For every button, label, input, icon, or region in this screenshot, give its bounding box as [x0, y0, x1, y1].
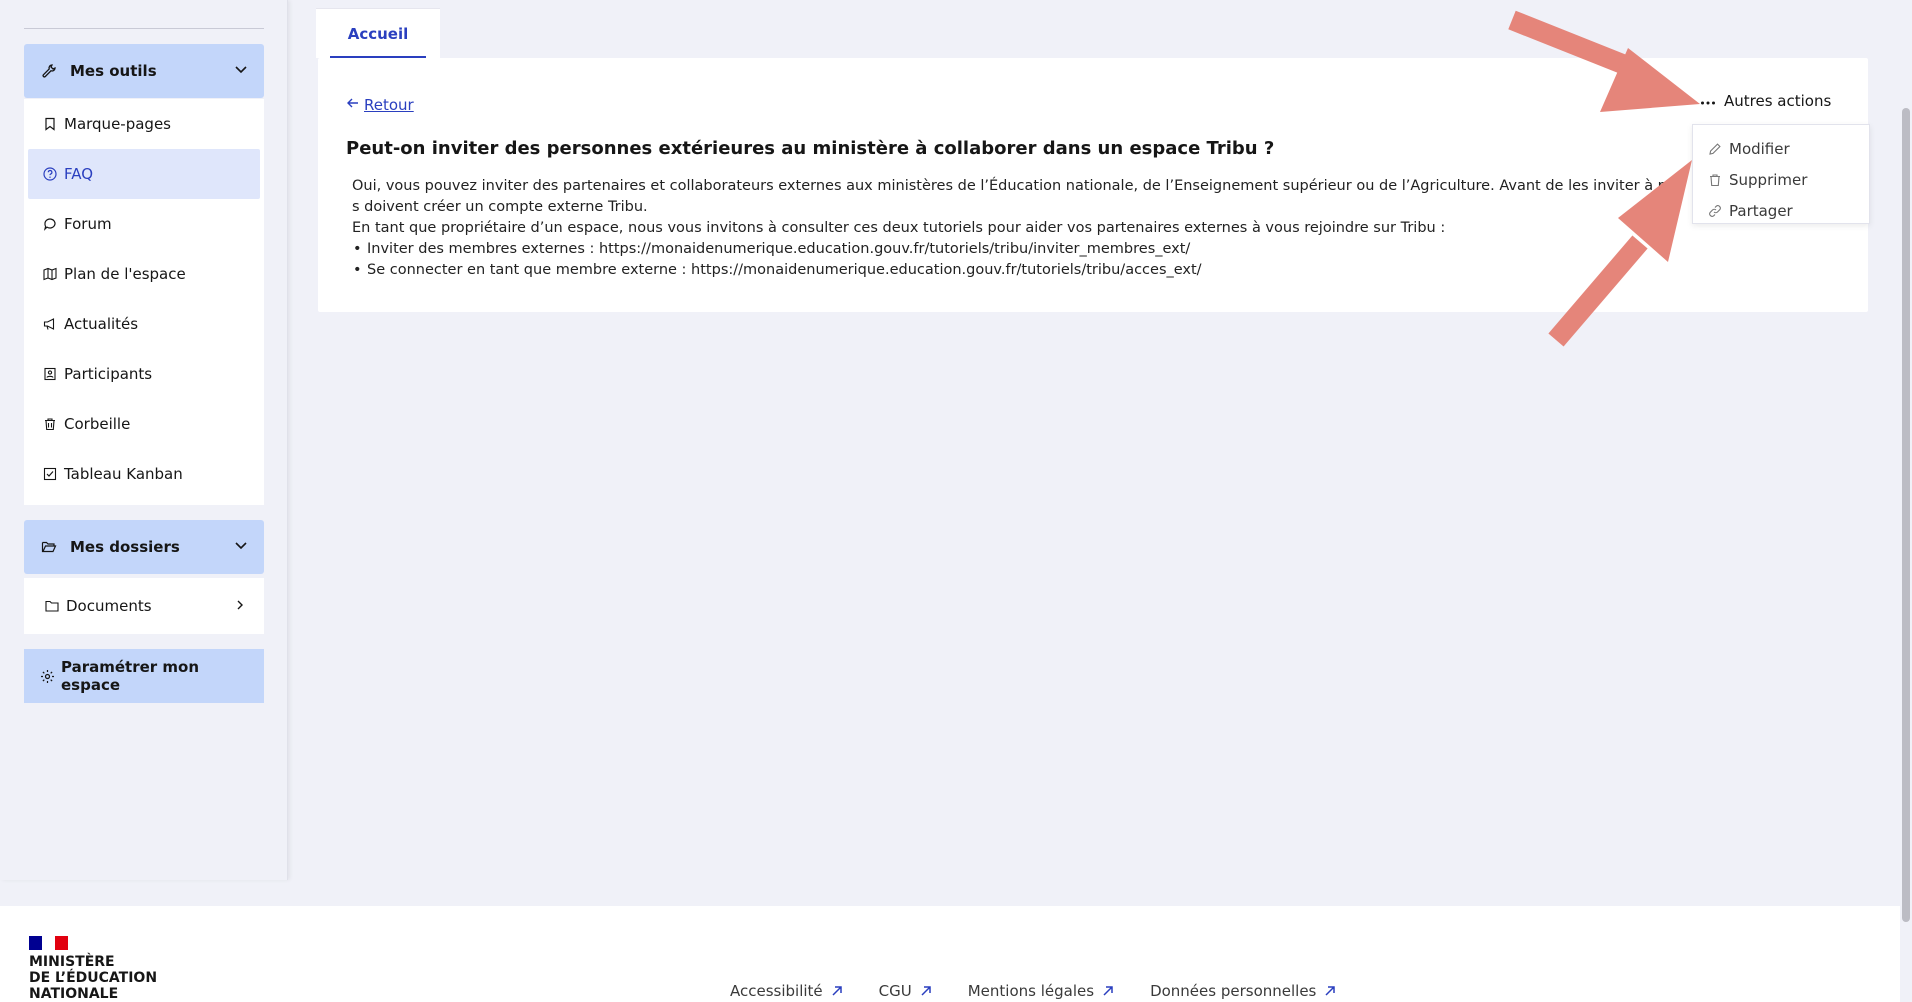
- folders-section-header[interactable]: Mes dossiers: [24, 520, 264, 574]
- menu-item-label: Modifier: [1729, 139, 1790, 158]
- footer-link-label: Mentions légales: [967, 982, 1095, 1000]
- list-item: Se connecter en tant que membre externe …: [352, 260, 1682, 281]
- sidebar-item-label: Actualités: [64, 315, 139, 333]
- sidebar-item-bookmarks[interactable]: Marque-pages: [24, 99, 264, 149]
- footer: MINISTÈRE DE L’ÉDUCATION NATIONALE Acces…: [0, 906, 1900, 1002]
- sidebar-item-participants[interactable]: Participants: [24, 349, 264, 399]
- footer-link-accessibilite[interactable]: Accessibilité: [730, 982, 843, 1000]
- vertical-scrollbar[interactable]: [1902, 108, 1910, 922]
- footer-link-cgu[interactable]: CGU: [879, 982, 932, 1000]
- sidebar-item-label: Participants: [64, 365, 153, 383]
- faq-answer: Oui, vous pouvez inviter des partenaires…: [352, 176, 1682, 281]
- tab-accueil[interactable]: Accueil: [316, 8, 440, 58]
- external-link-icon: [921, 986, 931, 996]
- answer-paragraph-2: En tant que propriétaire d’un espace, no…: [352, 220, 1446, 236]
- menu-item-modifier[interactable]: Modifier: [1693, 133, 1869, 164]
- sidebar: Mes outils Marque-pages FAQ Forum Plan d…: [0, 0, 288, 880]
- chat-bubble-icon: [42, 216, 58, 232]
- map-icon: [42, 266, 58, 282]
- menu-item-partager[interactable]: Partager: [1693, 195, 1869, 226]
- sidebar-item-label: Tableau Kanban: [64, 465, 183, 483]
- sidebar-item-kanban[interactable]: Tableau Kanban: [24, 449, 264, 499]
- ministry-line: NATIONALE: [29, 986, 119, 1002]
- back-link-label: Retour: [364, 96, 414, 114]
- menu-item-supprimer[interactable]: Supprimer: [1693, 164, 1869, 195]
- footer-link-mentions-legales[interactable]: Mentions légales: [968, 982, 1114, 1000]
- back-link[interactable]: Retour: [346, 96, 414, 114]
- tutorial-list: Inviter des membres externes : https://m…: [352, 239, 1682, 281]
- external-link-icon: [832, 986, 842, 996]
- list-item: Inviter des membres externes : https://m…: [352, 239, 1682, 260]
- arrow-left-icon: [346, 96, 360, 114]
- bookmark-icon: [42, 116, 58, 132]
- footer-links: Accessibilité CGU Mentions légales Donné…: [730, 982, 1372, 1000]
- footer-link-donnees-personnelles[interactable]: Données personnelles: [1150, 982, 1336, 1000]
- tools-section-label: Mes outils: [70, 62, 157, 80]
- sidebar-item-space-map[interactable]: Plan de l'espace: [24, 249, 264, 299]
- more-actions-label: Autres actions: [1724, 92, 1832, 110]
- contact-card-icon: [42, 366, 58, 382]
- footer-link-label: Données personnelles: [1150, 982, 1317, 1000]
- ministry-line: DE L’ÉDUCATION: [29, 970, 158, 986]
- trash-icon: [42, 416, 58, 432]
- page-title: Peut-on inviter des personnes extérieure…: [346, 138, 1275, 159]
- chevron-down-icon: [234, 62, 248, 80]
- sidebar-item-forum[interactable]: Forum: [24, 199, 264, 249]
- megaphone-icon: [42, 316, 58, 332]
- menu-item-label: Supprimer: [1729, 170, 1808, 189]
- sidebar-item-news[interactable]: Actualités: [24, 299, 264, 349]
- sidebar-item-trash[interactable]: Corbeille: [24, 399, 264, 449]
- menu-item-label: Partager: [1729, 201, 1793, 220]
- actions-dropdown-menu: Modifier Supprimer Partager: [1692, 124, 1870, 224]
- ministry-logo-text: MINISTÈRE DE L’ÉDUCATION NATIONALE: [29, 954, 157, 1002]
- sidebar-item-label: FAQ: [64, 165, 94, 183]
- external-link-icon: [1103, 986, 1113, 996]
- sidebar-item-label: Documents: [66, 597, 152, 615]
- footer-link-label: Accessibilité: [730, 982, 823, 1000]
- tab-label: Accueil: [347, 24, 409, 43]
- footer-link-label: CGU: [878, 982, 912, 1000]
- link-icon: [1707, 203, 1723, 219]
- tools-list: Marque-pages FAQ Forum Plan de l'espace …: [24, 99, 264, 505]
- folders-section-label: Mes dossiers: [70, 538, 180, 556]
- ministry-line: MINISTÈRE: [29, 954, 115, 970]
- answer-paragraph-line-1: Oui, vous pouvez inviter des partenaires…: [352, 178, 1682, 194]
- french-flag-logo: [29, 936, 68, 950]
- sidebar-item-label: Plan de l'espace: [64, 265, 186, 283]
- tools-section-header[interactable]: Mes outils: [24, 44, 264, 98]
- settings-space-label: Paramétrer mon espace: [61, 658, 200, 694]
- wrench-icon: [40, 62, 58, 80]
- sidebar-item-label: Marque-pages: [64, 115, 171, 133]
- chevron-down-icon: [234, 538, 248, 556]
- faq-detail-card: Retour Peut-on inviter des personnes ext…: [318, 58, 1868, 312]
- settings-space-button[interactable]: Paramétrer mon espace: [24, 649, 264, 703]
- open-folder-icon: [40, 538, 58, 556]
- more-actions-button[interactable]: Autres actions: [1700, 92, 1831, 110]
- checkbox-icon: [42, 466, 58, 482]
- sidebar-item-faq[interactable]: FAQ: [28, 149, 260, 199]
- folders-list: Documents: [24, 578, 264, 634]
- folder-icon: [44, 598, 60, 614]
- sidebar-item-label: Corbeille: [64, 415, 131, 433]
- external-link-icon: [1325, 986, 1336, 996]
- gear-icon: [40, 669, 55, 684]
- trash-icon: [1707, 172, 1723, 188]
- sidebar-divider: [24, 28, 264, 29]
- more-horizontal-icon: [1700, 92, 1716, 110]
- answer-paragraph-line-2: s doivent créer un compte externe Tribu.: [352, 199, 648, 215]
- sidebar-item-label: Forum: [64, 215, 112, 233]
- chevron-right-icon: [234, 597, 246, 615]
- pencil-icon: [1707, 141, 1723, 157]
- help-circle-icon: [42, 166, 58, 182]
- sidebar-item-documents[interactable]: Documents: [24, 581, 264, 631]
